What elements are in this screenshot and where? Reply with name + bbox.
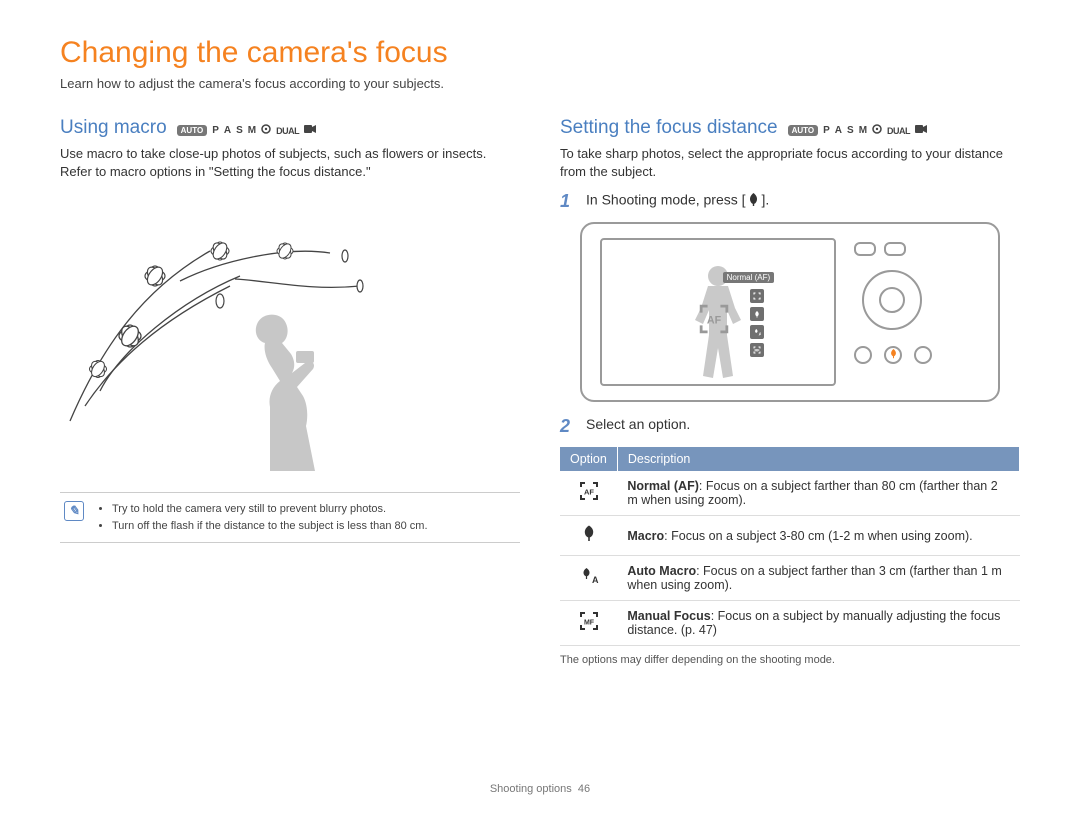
- focus-options-table: Option Description AF Normal (AF): Focus…: [560, 447, 1020, 646]
- mode-p: P: [823, 125, 830, 136]
- mode-m: M: [859, 125, 867, 136]
- manual-focus-description: Manual Focus: Focus on a subject by manu…: [617, 601, 1019, 646]
- page-intro: Learn how to adjust the camera's focus a…: [60, 76, 1020, 91]
- mode-scene-icon: [872, 124, 882, 137]
- page-footer: Shooting options 46: [0, 783, 1080, 795]
- mode-badges-right: AUTO P A S M DUAL: [788, 124, 927, 139]
- macro-icon: [560, 516, 617, 556]
- mode-dual-badge: DUAL: [887, 126, 910, 136]
- screen-option-af-icon: [750, 289, 764, 303]
- table-foot-note: The options may differ depending on the …: [560, 654, 1020, 666]
- svg-text:MF: MF: [755, 349, 761, 353]
- normal-af-icon: AF: [560, 471, 617, 516]
- note-2: Turn off the flash if the distance to th…: [112, 518, 428, 535]
- auto-macro-description: Auto Macro: Focus on a subject farther t…: [617, 556, 1019, 601]
- note-icon: ✎: [64, 501, 84, 521]
- macro-highlight-icon: [888, 348, 899, 362]
- svg-text:A: A: [759, 332, 761, 337]
- right-column: Setting the focus distance AUTO P A S M …: [560, 117, 1020, 666]
- control-button-top-2: [884, 242, 906, 256]
- macro-button-icon: [746, 191, 762, 207]
- table-row-manual-focus: MF Manual Focus: Focus on a subject by m…: [560, 601, 1020, 646]
- movie-icon: [915, 124, 927, 137]
- macro-illustration: [60, 191, 400, 471]
- control-button-bottom-macro: [884, 346, 902, 364]
- table-header-description: Description: [617, 447, 1019, 471]
- page-title: Changing the camera's focus: [60, 36, 1020, 70]
- control-button-bottom-1: [854, 346, 872, 364]
- mode-m: M: [248, 125, 256, 136]
- mode-badges-left: AUTO P A S M DUAL: [177, 124, 316, 139]
- note-box: ✎ Try to hold the camera very still to p…: [60, 492, 520, 543]
- left-column: Using macro AUTO P A S M DUAL Use macro …: [60, 117, 520, 666]
- control-button-bottom-3: [914, 346, 932, 364]
- mode-auto-badge: AUTO: [788, 125, 819, 136]
- table-row-auto-macro: A Auto Macro: Focus on a subject farther…: [560, 556, 1020, 601]
- mode-a: A: [224, 125, 231, 136]
- focus-distance-heading: Setting the focus distance: [560, 117, 778, 139]
- mode-auto-badge: AUTO: [177, 125, 208, 136]
- footer-page-number: 46: [578, 783, 590, 795]
- svg-text:AF: AF: [707, 314, 722, 326]
- step-2-text: Select an option.: [586, 416, 690, 432]
- mode-a: A: [835, 125, 842, 136]
- control-button-top-1: [854, 242, 876, 256]
- step-1-number: 1: [560, 191, 576, 212]
- mode-s: S: [847, 125, 854, 136]
- dpad-center: [879, 287, 905, 313]
- mode-dual-badge: DUAL: [276, 126, 299, 136]
- mode-s: S: [236, 125, 243, 136]
- svg-text:MF: MF: [584, 619, 595, 626]
- auto-macro-icon: A: [560, 556, 617, 601]
- table-row-macro: Macro: Focus on a subject 3-80 cm (1-2 m…: [560, 516, 1020, 556]
- focus-distance-body: To take sharp photos, select the appropr…: [560, 145, 1020, 181]
- dpad: [862, 270, 922, 330]
- camera-screen: Normal (AF) AF A MF: [600, 238, 836, 386]
- screen-option-automacro-icon: A: [750, 325, 764, 339]
- normal-af-description: Normal (AF): Focus on a subject farther …: [617, 471, 1019, 516]
- note-1: Try to hold the camera very still to pre…: [112, 501, 428, 518]
- svg-text:A: A: [592, 575, 599, 585]
- macro-description: Macro: Focus on a subject 3-80 cm (1-2 m…: [617, 516, 1019, 556]
- camera-back-illustration: Normal (AF) AF A MF: [580, 222, 1000, 402]
- manual-focus-icon: MF: [560, 601, 617, 646]
- footer-chapter: Shooting options: [490, 783, 572, 795]
- screen-af-icon: AF: [699, 304, 729, 339]
- screen-focus-label: Normal (AF): [723, 272, 775, 283]
- screen-option-mf-icon: MF: [750, 343, 764, 357]
- table-row-normal-af: AF Normal (AF): Focus on a subject farth…: [560, 471, 1020, 516]
- table-header-option: Option: [560, 447, 617, 471]
- using-macro-heading: Using macro: [60, 117, 167, 139]
- using-macro-body: Use macro to take close-up photos of sub…: [60, 145, 520, 181]
- svg-text:AF: AF: [584, 487, 594, 496]
- mode-scene-icon: [261, 124, 271, 137]
- screen-option-macro-icon: [750, 307, 764, 321]
- mode-p: P: [212, 125, 219, 136]
- step-2-number: 2: [560, 416, 576, 437]
- step-1-text: In Shooting mode, press [ ].: [586, 191, 769, 208]
- movie-icon: [304, 124, 316, 137]
